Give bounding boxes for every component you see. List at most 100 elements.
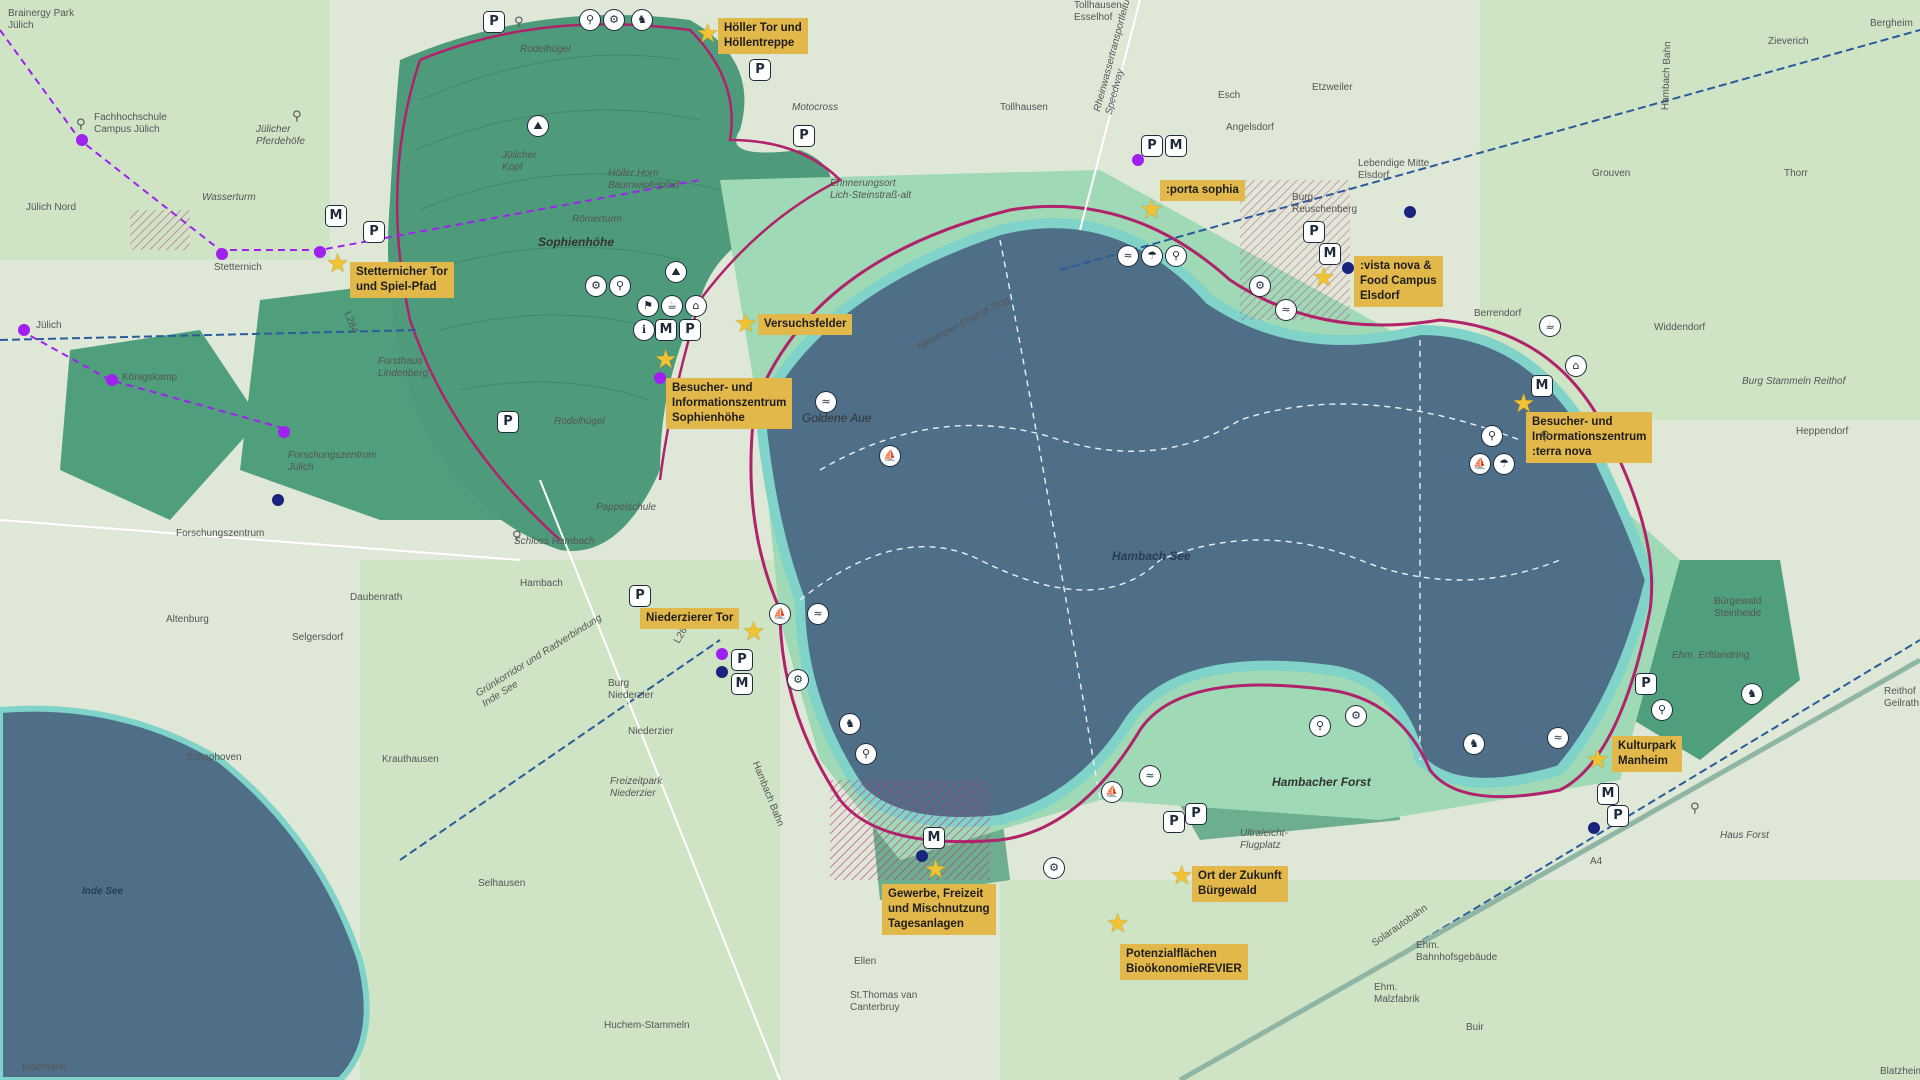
parking-icon[interactable]: P	[732, 650, 752, 670]
location-pin-icon[interactable]: ⚲	[512, 530, 522, 544]
bicycle-icon[interactable]: ⚙	[788, 670, 808, 690]
callout-zentrum-sophienhoehe[interactable]: Besucher- und Informationszentrum Sophienh…	[666, 378, 793, 429]
poi-dot-purple[interactable]	[216, 248, 228, 260]
place-label: Niederzier	[628, 726, 674, 737]
sailing-icon[interactable]: ⛵	[770, 604, 790, 624]
swim-icon[interactable]: ≈	[1118, 246, 1138, 266]
callout-ort-zukunft[interactable]: Ort der Zukunft Bürgewald	[1192, 866, 1288, 902]
parking-icon[interactable]: P	[364, 222, 384, 242]
location-pin-icon[interactable]: ⚲	[292, 110, 302, 124]
map[interactable]: Hambach See Inde See Sophienhöhe Hambach…	[0, 0, 1920, 1080]
poi-dot-purple[interactable]	[1132, 154, 1144, 166]
callout-versuchsfelder[interactable]: Versuchsfelder	[758, 314, 853, 335]
museum-icon[interactable]: M	[732, 674, 752, 694]
poi-dot-blue[interactable]	[916, 850, 928, 862]
place-label: Forschungszentrum	[176, 528, 265, 539]
poi-dot-purple[interactable]	[314, 246, 326, 258]
sailing-icon[interactable]: ⛵	[1470, 454, 1490, 474]
parking-icon[interactable]: P	[484, 12, 504, 32]
museum-icon[interactable]: M	[924, 828, 944, 848]
location-pin-icon[interactable]: ⚲	[514, 16, 524, 30]
sailing-icon[interactable]: ⛵	[1102, 782, 1122, 802]
horse-icon[interactable]: ♞	[632, 10, 652, 30]
place-label: Buir	[1466, 1022, 1484, 1033]
callout-vista-nova[interactable]: :vista nova & Food Campus Elsdorf	[1354, 256, 1443, 307]
poi-dot-purple[interactable]	[278, 426, 290, 438]
horse-icon[interactable]: ♞	[1464, 734, 1484, 754]
parking-icon[interactable]: P	[680, 320, 700, 340]
lake-label-hambach-see: Hambach See	[1112, 549, 1191, 563]
horse-icon[interactable]: ♞	[1742, 684, 1762, 704]
walk-icon[interactable]: ⚲	[1482, 426, 1502, 446]
museum-icon[interactable]: M	[326, 206, 346, 226]
poi-dot-blue[interactable]	[1404, 206, 1416, 218]
swim-icon[interactable]: ≈	[1276, 300, 1296, 320]
viewpoint-icon[interactable]: ⛰	[528, 116, 548, 136]
parking-icon[interactable]: P	[750, 60, 770, 80]
hiking-icon[interactable]: ⚲	[856, 744, 876, 764]
callout-potenzialflaechen[interactable]: Potenzialflächen BioökonomieREVIER	[1120, 944, 1248, 980]
place-label: Lebendige Mitte Elsdorf	[1358, 158, 1430, 181]
bicycle-icon[interactable]: ⚙	[586, 276, 606, 296]
hiking-icon[interactable]: ⚲	[1652, 700, 1672, 720]
callout-hoeller-tor[interactable]: Höller Tor und Höllentreppe	[718, 18, 808, 54]
horse-icon[interactable]: ♞	[840, 714, 860, 734]
museum-icon[interactable]: M	[1166, 136, 1186, 156]
viewpoint-icon[interactable]: ⛰	[666, 262, 686, 282]
location-pin-icon[interactable]: ⚲	[1540, 430, 1550, 444]
poi-dot-purple[interactable]	[716, 648, 728, 660]
poi-dot-blue[interactable]	[1342, 262, 1354, 274]
callout-kulturpark[interactable]: Kulturpark Manheim	[1612, 736, 1683, 772]
callout-porta-sophia[interactable]: :porta sophia	[1160, 180, 1245, 201]
poi-dot-blue[interactable]	[1588, 822, 1600, 834]
beach-icon[interactable]: ☂	[1142, 246, 1162, 266]
swim-icon[interactable]: ≈	[816, 392, 836, 412]
beach-icon[interactable]: ☂	[1494, 454, 1514, 474]
parking-icon[interactable]: P	[630, 586, 650, 606]
parking-icon[interactable]: P	[1608, 806, 1628, 826]
bicycle-icon[interactable]: ⚙	[1346, 706, 1366, 726]
shelter-icon[interactable]: ⌂	[1566, 356, 1586, 376]
swim-icon[interactable]: ≈	[808, 604, 828, 624]
poi-dot-blue[interactable]	[272, 494, 284, 506]
callout-niederzierer-tor[interactable]: Niederzierer Tor	[640, 608, 740, 629]
parking-icon[interactable]: P	[1304, 222, 1324, 242]
parking-icon[interactable]: P	[1142, 136, 1162, 156]
swim-icon[interactable]: ≈	[1548, 728, 1568, 748]
museum-icon[interactable]: M	[656, 320, 676, 340]
bicycle-icon[interactable]: ⚙	[604, 10, 624, 30]
callout-stetternicher-tor[interactable]: Stetternicher Tor und Spiel-Pfad	[350, 262, 454, 298]
place-label: Etzweiler	[1312, 82, 1353, 93]
place-label: Berrendorf	[1474, 308, 1522, 319]
bicycle-icon[interactable]: ⚙	[1250, 276, 1270, 296]
swim-icon[interactable]: ≈	[1140, 766, 1160, 786]
food-icon[interactable]: ☕	[1540, 316, 1560, 336]
parking-icon[interactable]: P	[498, 412, 518, 432]
callout-gewerbe[interactable]: Gewerbe, Freizeit und Mischnutzung Tagesan…	[882, 884, 996, 935]
info-icon[interactable]: ℹ	[634, 320, 654, 340]
poi-dot-purple[interactable]	[76, 134, 88, 146]
shelter-icon[interactable]: ⌂	[686, 296, 706, 316]
parking-icon[interactable]: P	[794, 126, 814, 146]
place-label: Jülicher Pferdehöfe	[256, 124, 305, 147]
location-pin-icon[interactable]: ⚲	[1690, 802, 1700, 816]
hiking-icon[interactable]: ⚲	[580, 10, 600, 30]
poi-dot-purple[interactable]	[18, 324, 30, 336]
walk-icon[interactable]: ⚲	[1166, 246, 1186, 266]
museum-icon[interactable]: M	[1532, 376, 1552, 396]
poi-dot-blue[interactable]	[716, 666, 728, 678]
poi-dot-purple[interactable]	[106, 374, 118, 386]
playground-icon[interactable]: ⚑	[638, 296, 658, 316]
museum-icon[interactable]: M	[1320, 244, 1340, 264]
hiking-icon[interactable]: ⚲	[1310, 716, 1330, 736]
hiking-icon[interactable]: ⚲	[610, 276, 630, 296]
bicycle-icon[interactable]: ⚙	[1044, 858, 1064, 878]
food-icon[interactable]: ☕	[662, 296, 682, 316]
parking-icon[interactable]: P	[1164, 812, 1184, 832]
poi-dot-purple[interactable]	[654, 372, 666, 384]
parking-icon[interactable]: P	[1186, 804, 1206, 824]
sailing-icon[interactable]: ⛵	[880, 446, 900, 466]
location-pin-icon[interactable]: ⚲	[76, 118, 86, 132]
parking-icon[interactable]: P	[1636, 674, 1656, 694]
museum-icon[interactable]: M	[1598, 784, 1618, 804]
